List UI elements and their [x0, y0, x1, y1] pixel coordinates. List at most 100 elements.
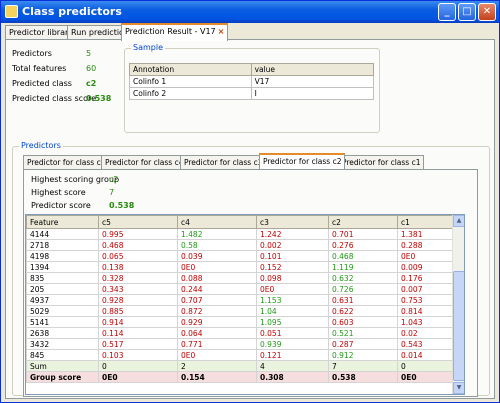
table-cell: I	[250, 87, 375, 100]
value-cell: 0.929	[177, 316, 257, 328]
value-cell: 1.153	[256, 294, 329, 306]
value-cell: 7	[328, 360, 398, 372]
value-cell: 0.872	[177, 305, 257, 317]
tab-label: Predictor for class c2	[263, 157, 342, 166]
table-row[interactable]: 4937 0.928 0.707 1.153 0.631 0.753	[26, 294, 454, 306]
title-bar[interactable]: Class predictors _ □ ✕	[1, 1, 499, 23]
scroll-thumb[interactable]	[453, 271, 464, 381]
table-row[interactable]: 4144 0.995 1.482 1.242 0.701 1.381	[26, 228, 454, 240]
feature-cell: 3432	[26, 338, 99, 350]
row-label: Sum	[26, 360, 99, 372]
table-row[interactable]: 2638 0.114 0.064 0.051 0.521 0.02	[26, 327, 454, 339]
table-row[interactable]: 845 0.103 0E0 0.121 0.912 0.014	[26, 349, 454, 361]
value-cell: 0.632	[328, 272, 398, 284]
table-row[interactable]: 4198 0.065 0.039 0.101 0.468 0E0	[26, 250, 454, 262]
table-row[interactable]: 835 0.328 0.088 0.098 0.632 0.176	[26, 272, 454, 284]
minimize-button[interactable]: _	[438, 3, 456, 21]
predicted-class-value: c2	[86, 79, 97, 88]
value-cell: 0.928	[98, 294, 178, 306]
tab-prediction-result[interactable]: Prediction Result - V17 ×	[121, 23, 229, 41]
value-cell: 0.995	[98, 228, 178, 240]
tab-close-icon[interactable]: ×	[218, 27, 225, 36]
highest-score-value: 7	[109, 188, 115, 197]
value-cell: 0.114	[98, 327, 178, 339]
value-cell: 0.58	[177, 239, 257, 251]
value-cell: 0.468	[328, 250, 398, 262]
table-cell: Colinfo 2	[129, 87, 252, 100]
value-cell: 0.631	[328, 294, 398, 306]
table-row[interactable]: 1394 0.138 0E0 0.152 1.119 0.009	[26, 261, 454, 273]
column-header[interactable]: c1	[397, 215, 454, 229]
tab-label: Predictor for class c5	[27, 158, 106, 167]
scroll-down-icon[interactable]: ▼	[453, 382, 464, 394]
window-title: Class predictors	[22, 5, 122, 18]
feature-cell: 4198	[26, 250, 99, 262]
value-cell: 2	[177, 360, 257, 372]
value-cell: 0E0	[397, 250, 454, 262]
table-row[interactable]: 3432 0.517 0.771 0.939 0.287 0.543	[26, 338, 454, 350]
table-row[interactable]: 205 0.343 0.244 0E0 0.726 0.007	[26, 283, 454, 295]
table-row[interactable]: 5141 0.914 0.929 1.095 0.603 1.043	[26, 316, 454, 328]
value-cell: 0.343	[98, 283, 178, 295]
column-header[interactable]: Feature	[26, 215, 99, 229]
close-button[interactable]: ✕	[478, 3, 496, 21]
highest-group-label: Highest scoring group	[31, 175, 120, 184]
value-cell: 0.138	[98, 261, 178, 273]
value-cell: 0.152	[256, 261, 329, 273]
value-cell: 0.543	[397, 338, 454, 350]
value-cell: 0.753	[397, 294, 454, 306]
value-cell: 1.119	[328, 261, 398, 273]
feature-cell: 5029	[26, 305, 99, 317]
column-header[interactable]: c2	[328, 215, 398, 229]
value-cell: 0	[397, 360, 454, 372]
table-row[interactable]: Colinfo 1 V17	[129, 75, 375, 88]
value-cell: 0.176	[397, 272, 454, 284]
value-cell: 0.098	[256, 272, 329, 284]
tab-predictor-c4[interactable]: Predictor for class c4	[101, 155, 188, 169]
predictor-score-value: 0.538	[109, 201, 135, 210]
sample-table: Annotation value Colinfo 1 V17 Colinfo 2…	[129, 63, 375, 100]
table-row[interactable]: 2718 0.468 0.58 0.002 0.276 0.288	[26, 239, 454, 251]
value-cell: 0.121	[256, 349, 329, 361]
tab-predictor-c5[interactable]: Predictor for class c5	[23, 155, 110, 169]
maximize-button[interactable]: □	[458, 3, 476, 21]
value-cell: 0.771	[177, 338, 257, 350]
value-cell: 1.381	[397, 228, 454, 240]
tab-predictor-c3[interactable]: Predictor for class c3	[180, 155, 267, 169]
column-header[interactable]: c4	[177, 215, 257, 229]
tab-label: Predictor for class c3	[184, 158, 263, 167]
value-cell: 0.814	[397, 305, 454, 317]
vertical-scrollbar[interactable]: ▲ ▼	[452, 215, 464, 394]
app-icon	[5, 5, 18, 18]
value-cell: 0.517	[98, 338, 178, 350]
value-cell: 0.707	[177, 294, 257, 306]
table-row[interactable]: 5029 0.885 0.872 1.04 0.622 0.814	[26, 305, 454, 317]
value-cell: 0.726	[328, 283, 398, 295]
column-header[interactable]: Annotation	[129, 63, 252, 76]
value-cell: 0.521	[328, 327, 398, 339]
value-cell: 0.064	[177, 327, 257, 339]
sum-row[interactable]: Sum 0 2 4 7 0	[26, 360, 454, 372]
tab-predictor-c1[interactable]: Predictor for class c1	[338, 155, 425, 169]
column-header[interactable]: value	[250, 63, 375, 76]
tab-predictor-c2[interactable]: Predictor for class c2	[259, 153, 346, 169]
feature-table-container[interactable]: Feature c5 c4 c3 c2 c1 4144 0.995 1.482 1.242 0.7…	[25, 214, 465, 395]
predicted-class-label: Predicted class	[12, 79, 72, 88]
column-header[interactable]: c5	[98, 215, 178, 229]
scroll-up-icon[interactable]: ▲	[453, 215, 464, 227]
group-score-row[interactable]: Group score 0E0 0.154 0.308 0.538 0E0	[26, 371, 454, 383]
predictors-label: Predictors	[12, 49, 52, 58]
value-cell: 0.538	[328, 371, 398, 383]
value-cell: 0.603	[328, 316, 398, 328]
value-cell: 0.308	[256, 371, 329, 383]
predictors-value: 5	[86, 49, 92, 58]
predicted-score-label: Predicted class score	[12, 94, 96, 103]
column-header[interactable]: c3	[256, 215, 329, 229]
predictors-title: Predictors	[19, 141, 63, 150]
app-window: Class predictors _ □ ✕ Predictor library…	[0, 0, 500, 403]
table-cell: Colinfo 1	[129, 75, 252, 88]
value-cell: 0E0	[177, 349, 257, 361]
table-row[interactable]: Colinfo 2 I	[129, 87, 375, 100]
value-cell: 0.939	[256, 338, 329, 350]
value-cell: 0.088	[177, 272, 257, 284]
